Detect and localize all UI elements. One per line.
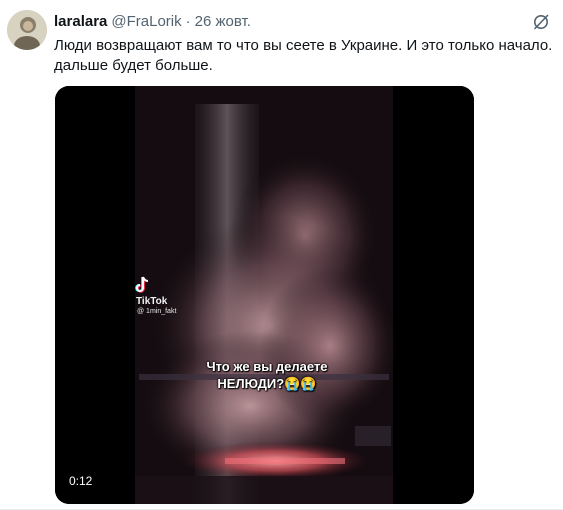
- avatar[interactable]: [7, 10, 47, 50]
- tiktok-watermark-name: TikTok: [136, 296, 168, 307]
- tweet-text: Люди возвращают вам то что вы сеете в Ук…: [54, 36, 554, 76]
- video-caption: Что же вы делаете НЕЛЮДИ?😭😭: [203, 358, 331, 392]
- timestamp[interactable]: 26 жовт.: [195, 13, 251, 30]
- tiktok-watermark-user: @ 1min_fakt: [137, 308, 177, 315]
- tweet[interactable]: laralara @FraLorik · 26 жовт. Люди возвр…: [0, 0, 563, 510]
- separator-dot: ·: [185, 12, 191, 30]
- tweet-header: laralara @FraLorik · 26 жовт.: [54, 11, 251, 31]
- tweet-text-line2: дальше будет больше.: [54, 57, 213, 74]
- display-name[interactable]: laralara: [54, 13, 107, 30]
- video-player[interactable]: TikTok @ 1min_fakt Что же вы делаете НЕЛ…: [55, 86, 474, 504]
- video-caption-line1: Что же вы делаете: [206, 359, 328, 374]
- video-caption-line2: НЕЛЮДИ?😭😭: [217, 376, 317, 391]
- video-duration: 0:12: [69, 474, 93, 488]
- grok-button[interactable]: [527, 8, 555, 36]
- grok-icon: [534, 14, 549, 30]
- tweet-text-line1: Люди возвращают вам то что вы сеете в Ук…: [54, 37, 553, 54]
- user-handle[interactable]: @FraLorik: [111, 13, 181, 30]
- video-frame: [55, 86, 474, 504]
